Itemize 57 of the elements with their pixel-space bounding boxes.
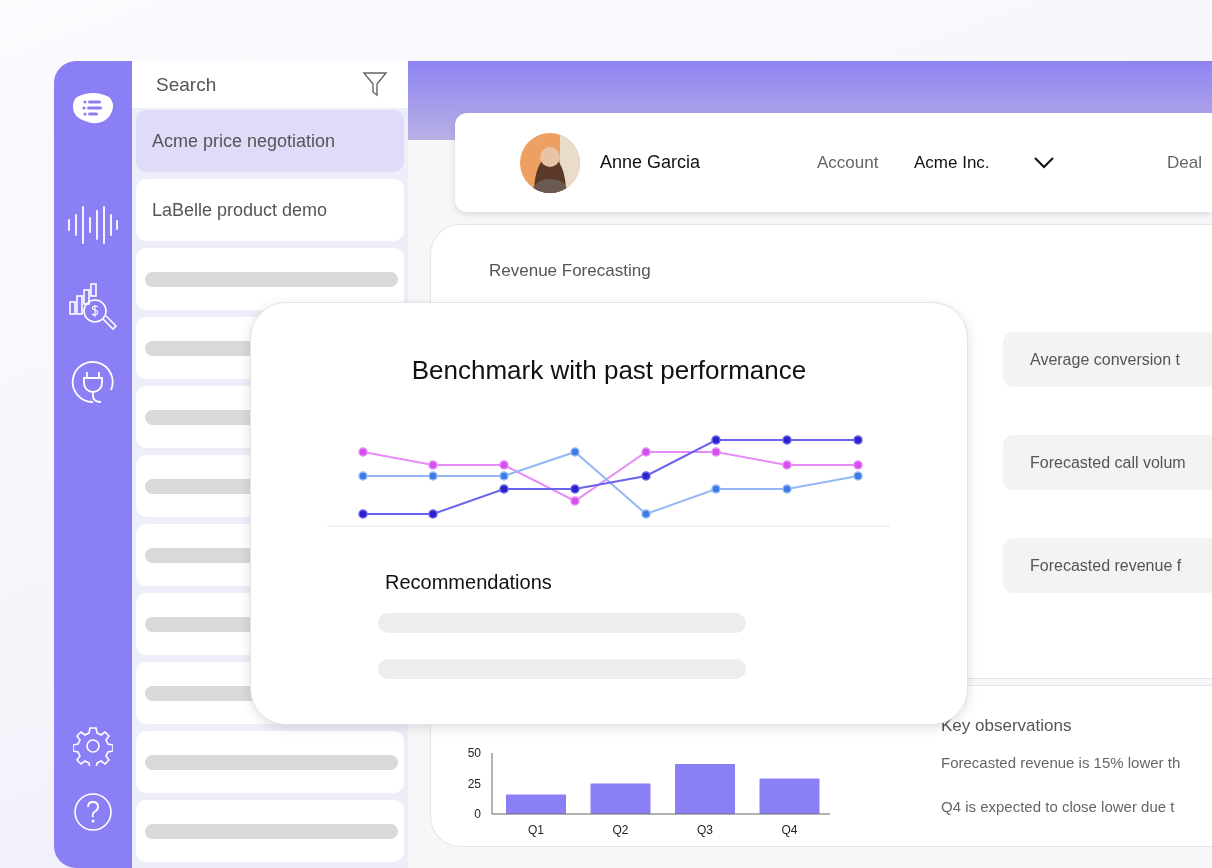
conversation-item[interactable]: Acme price negotiation [136,110,404,172]
search-field[interactable]: Search [132,61,408,108]
data-point [782,435,792,445]
data-point [499,471,509,481]
bar [759,778,820,814]
filter-icon[interactable] [362,71,388,97]
account-value[interactable]: Acme Inc. [914,152,1033,173]
conversation-item[interactable]: LaBelle product demo [136,179,404,241]
axis-label: Q2 [612,823,629,837]
sound-wave-icon[interactable] [67,205,119,245]
chart-magnifier-icon[interactable] [68,282,118,332]
metric-card: Average conversion t [1003,332,1212,387]
data-point [428,509,438,519]
data-point [570,447,580,457]
bar [590,783,651,814]
data-point [499,484,509,494]
bar [506,794,566,814]
data-point [711,484,721,494]
settings-icon[interactable] [73,726,113,766]
data-point [358,471,368,481]
plug-icon[interactable] [71,360,115,404]
data-point [428,460,438,470]
axis-label: Q1 [528,823,544,837]
data-point [428,471,438,481]
observation-text: Q4 is expected to close lower due t [941,798,1176,815]
axis-label: 25 [467,776,481,791]
data-point [641,509,651,519]
observation-text: Forecasted revenue is 15% lower th [941,754,1181,771]
data-point [570,484,580,494]
section-title: Revenue Forecasting [489,261,652,281]
card-title: Benchmark with past performance [411,355,807,386]
data-point [782,460,792,470]
data-point [853,435,863,445]
deal-label: Deal [1167,152,1202,173]
data-point [499,460,509,470]
chevron-down-icon[interactable] [1033,155,1055,170]
metric-card: Forecasted revenue f [1003,538,1212,593]
data-point [711,447,721,457]
bar [675,764,735,814]
contact-name: Anne Garcia [600,152,702,173]
data-point [853,460,863,470]
data-point [358,447,368,457]
axis-label: Q3 [697,823,713,837]
data-point [570,496,580,506]
section-title: Recommendations [385,571,552,594]
axis-label: Q4 [781,823,798,837]
data-point [641,471,651,481]
data-point [358,509,368,519]
data-point [853,471,863,481]
data-point [782,484,792,494]
data-point [711,435,721,445]
axis-label: 0 [474,807,481,822]
account-label: Account [817,152,880,173]
help-icon[interactable] [73,792,113,832]
data-point [641,447,651,457]
axis-label: 50 [467,746,481,761]
metric-card: Forecasted call volum [1003,435,1212,490]
